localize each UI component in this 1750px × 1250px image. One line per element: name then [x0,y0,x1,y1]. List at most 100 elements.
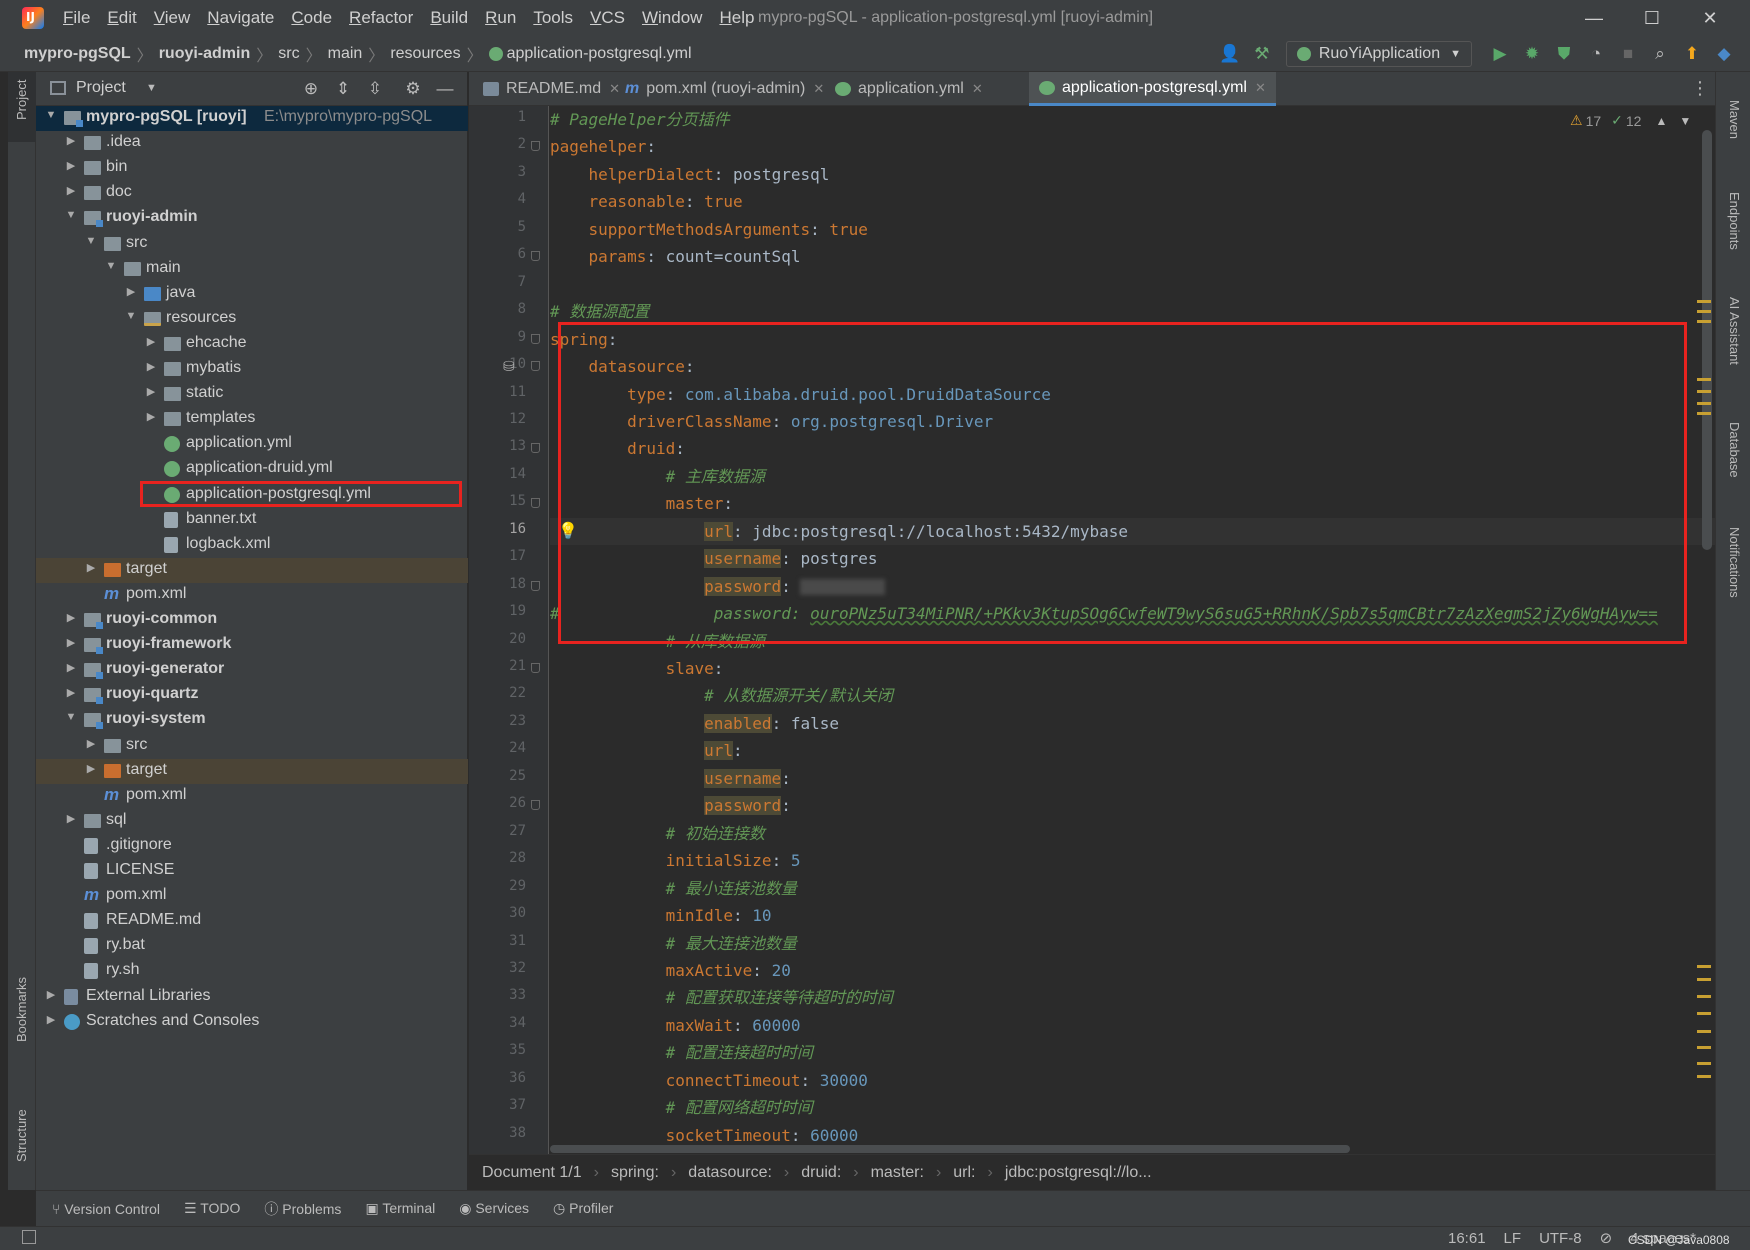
code-line[interactable]: enabled: false [550,710,1715,737]
structure-tool-label[interactable]: Structure [14,1109,29,1162]
project-tool-label[interactable]: Project [14,80,29,120]
chevron-down-icon[interactable]: ▼ [104,260,118,272]
tree-item-file-readme-md[interactable]: README.md [36,909,468,934]
project-title[interactable]: Project [76,79,126,97]
code-line[interactable]: connectTimeout: 30000 [550,1067,1715,1094]
line-separator[interactable]: LF [1504,1230,1522,1247]
code-line[interactable]: initialSize: 5 [550,847,1715,874]
gear-icon[interactable]: ⚙ [397,79,429,99]
menu-view[interactable]: View [154,0,191,36]
ai-assistant-icon[interactable]: ◆ [1710,36,1738,72]
tree-item-file-application-yml[interactable]: application.yml [36,432,468,457]
no-lock-icon[interactable]: ⊘ [1600,1229,1613,1247]
close-tab-icon[interactable]: ✕ [972,81,983,97]
tree-item-folder-main[interactable]: ▼ main [36,257,468,282]
menu-vcs[interactable]: VCS [590,0,625,36]
tree-item-file-pom-xml[interactable]: m pom.xml [36,583,468,608]
chevron-right-icon[interactable]: ▶ [64,134,78,147]
breadcrumb-resources[interactable]: resources [390,45,460,63]
chevron-right-icon[interactable]: ▶ [44,1013,58,1026]
code-line[interactable]: username: [550,765,1715,792]
user-icon[interactable]: 👤 [1216,36,1244,72]
chevron-right-icon[interactable]: ▶ [64,611,78,624]
editor-breadcrumb-item[interactable]: datasource: [688,1164,772,1182]
version-control-tab[interactable]: ⑂ Version Control [52,1201,160,1217]
tree-item-folder-ehcache[interactable]: ▶ ehcache [36,332,468,357]
chevron-right-icon[interactable]: ▶ [84,561,98,574]
tree-item-external-libraries[interactable]: ▶ External Libraries [36,985,468,1010]
tree-item-file-license[interactable]: LICENSE [36,859,468,884]
menu-help[interactable]: Help [719,0,754,36]
close-tab-icon[interactable]: ✕ [1255,80,1266,96]
tree-item-file-ry-sh[interactable]: ry.sh [36,959,468,984]
editor-breadcrumb-item[interactable]: spring: [611,1164,659,1182]
inspection-widget[interactable]: ⚠ 17 ✓ 12 ▲ ▼ [1570,112,1691,129]
code-line[interactable] [550,271,1715,298]
editor-breadcrumb-document[interactable]: Document 1/1 [482,1164,582,1182]
chevron-right-icon[interactable]: ▶ [84,762,98,775]
previous-highlight-icon[interactable]: ▲ [1655,114,1667,128]
toggle-tool-windows-icon[interactable] [22,1230,36,1244]
database-icon[interactable]: ⛁ [503,358,515,375]
chevron-down-icon[interactable]: ▼ [64,209,78,221]
expand-all-icon[interactable]: ⇕ [327,79,359,99]
search-icon[interactable]: ⌕ [1646,36,1674,72]
coverage-icon[interactable]: ⛊ [1550,36,1578,72]
chevron-right-icon[interactable]: ▶ [64,636,78,649]
chevron-down-icon[interactable]: ▼ [124,310,138,322]
tree-item-folder-mybatis[interactable]: ▶ mybatis [36,357,468,382]
code-line[interactable]: # PageHelper分页插件 [550,106,1715,133]
tree-item-file-banner-txt[interactable]: banner.txt [36,508,468,533]
code-line[interactable]: slave: [550,655,1715,682]
maximize-button[interactable]: ☐ [1623,0,1681,36]
caret-position[interactable]: 16:61 [1448,1230,1486,1247]
tree-item-folder-src[interactable]: ▶ src [36,734,468,759]
tree-item-folder-resources[interactable]: ▼ resources [36,307,468,332]
tree-item-folder-java[interactable]: ▶ java [36,282,468,307]
tree-item-scratches-and-consoles[interactable]: ▶ Scratches and Consoles [36,1010,468,1035]
ai-assistant-tool-label[interactable]: AI Assistant [1727,297,1742,365]
tree-item-module-ruoyi-framework[interactable]: ▶ ruoyi-framework [36,633,468,658]
chevron-right-icon[interactable]: ▶ [144,385,158,398]
tree-item-folder-target[interactable]: ▶ target [36,758,468,784]
tree-item-module-ruoyi-admin[interactable]: ▼ ruoyi-admin [36,206,468,231]
fold-marker-icon[interactable] [531,333,540,344]
stop-icon[interactable]: ■ [1614,36,1642,72]
code-line[interactable]: # 初始连接数 [550,820,1715,847]
breadcrumb-src[interactable]: src [278,45,299,63]
fold-marker-icon[interactable] [531,580,540,591]
menu-refactor[interactable]: Refactor [349,0,413,36]
update-icon[interactable]: ⬆ [1678,36,1706,72]
run-configuration-select[interactable]: RuoYiApplication ▼ [1285,41,1472,67]
tree-item-module-ruoyi-system[interactable]: ▼ ruoyi-system [36,708,468,733]
close-tab-icon[interactable]: ✕ [813,81,824,97]
locate-icon[interactable]: ⊕ [295,79,327,99]
code-line[interactable]: minIdle: 10 [550,902,1715,929]
chevron-right-icon[interactable]: ▶ [144,335,158,348]
tree-item-folder-doc[interactable]: ▶ doc [36,181,468,206]
tree-item-file-gitignore[interactable]: .gitignore [36,834,468,859]
code-line[interactable]: # 最大连接池数量 [550,930,1715,957]
todo-tab[interactable]: ☰ TODO [184,1200,240,1217]
profiler-tab[interactable]: ◷ Profiler [553,1200,613,1217]
tree-item-file-pom-xml[interactable]: m pom.xml [36,784,468,809]
chevron-right-icon[interactable]: ▶ [144,360,158,373]
tree-item-file-ry-bat[interactable]: ry.bat [36,934,468,959]
maven-tool-label[interactable]: Maven [1727,100,1742,139]
chevron-right-icon[interactable]: ▶ [64,184,78,197]
editor-breadcrumb-item[interactable]: master: [871,1164,924,1182]
next-highlight-icon[interactable]: ▼ [1679,114,1691,128]
menu-code[interactable]: Code [291,0,332,36]
menu-file[interactable]: File [63,0,90,36]
tab-pom-xml[interactable]: m pom.xml (ruoyi-admin) ✕ [615,72,834,106]
tree-item-module-ruoyi-quartz[interactable]: ▶ ruoyi-quartz [36,683,468,708]
menu-window[interactable]: Window [642,0,702,36]
code-line[interactable]: # 配置连接超时时间 [550,1039,1715,1066]
code-line[interactable]: url: [550,737,1715,764]
menu-run[interactable]: Run [485,0,516,36]
chevron-down-icon[interactable]: ▼ [146,82,157,94]
code-line[interactable]: reasonable: true [550,188,1715,215]
minimize-button[interactable]: — [1565,0,1623,36]
breadcrumb-project[interactable]: mypro-pgSQL [24,45,131,63]
profile-icon[interactable]: ◔ [1582,36,1610,72]
